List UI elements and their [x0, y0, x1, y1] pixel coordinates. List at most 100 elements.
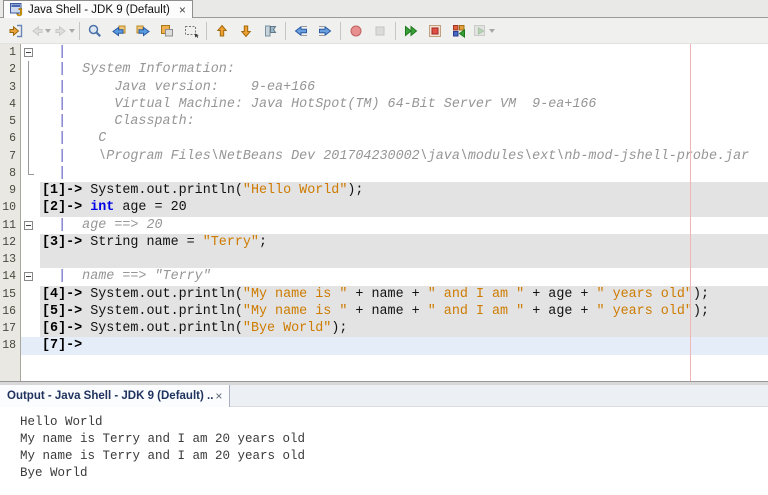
fold-column [21, 165, 40, 182]
toolbar-separator [79, 22, 80, 40]
fold-guide-line [28, 96, 29, 113]
fold-guide-line [28, 113, 29, 130]
line-number: 13 [0, 251, 21, 268]
fold-column [21, 286, 40, 303]
fold-collapse-icon[interactable] [24, 48, 33, 57]
editor-line-17[interactable]: 17 [6]-> System.out.println("Bye World"); [0, 320, 768, 337]
output-close-icon[interactable]: × [215, 389, 222, 403]
code-text[interactable]: | C [40, 130, 768, 147]
output-header: Output - Java Shell - JDK 9 (Default) ..… [0, 385, 768, 407]
fold-end-corner [28, 174, 34, 175]
code-text[interactable]: [5]-> System.out.println("My name is " +… [40, 303, 768, 320]
fold-collapse-icon[interactable] [24, 272, 33, 281]
editor-line-7[interactable]: 7 | \Program Files\NetBeans Dev 20170423… [0, 148, 768, 165]
editor-line-2[interactable]: 2 | System Information: [0, 61, 768, 78]
fold-column [21, 320, 40, 337]
fold-column [21, 61, 40, 78]
rerun-button[interactable] [447, 20, 471, 42]
editor-line-10[interactable]: 10[2]-> int age = 20 [0, 199, 768, 216]
code-text[interactable]: | Classpath: [40, 113, 768, 130]
fold-column [21, 79, 40, 96]
run-with-dropdown-button[interactable] [471, 20, 495, 42]
code-text[interactable]: | name ==> "Terry" [40, 268, 768, 285]
tab-java-shell[interactable]: J Java Shell - JDK 9 (Default) × [3, 0, 193, 18]
line-number: 2 [0, 61, 21, 78]
editor-line-4[interactable]: 4 | Virtual Machine: Java HotSpot(TM) 64… [0, 96, 768, 113]
toolbar-separator [395, 22, 396, 40]
last-edit-location-button[interactable] [4, 20, 28, 42]
line-number: 8 [0, 165, 21, 182]
code-text[interactable]: [6]-> System.out.println("Bye World"); [40, 320, 768, 337]
tab-close-icon[interactable]: × [179, 4, 186, 16]
editor-line-13[interactable]: 13 [0, 251, 768, 268]
editor-line-9[interactable]: 9 [1]-> System.out.println("Hello World")… [0, 182, 768, 199]
forward-icon [54, 24, 68, 38]
editor-line-3[interactable]: 3 | Java version: 9-ea+166 [0, 79, 768, 96]
editor-line-1[interactable]: 1 | [0, 44, 768, 61]
fold-column[interactable] [21, 268, 40, 285]
editor-line-11[interactable]: 11 | age ==> 20 [0, 217, 768, 234]
code-text[interactable]: | Java version: 9-ea+166 [40, 79, 768, 96]
output-text[interactable]: Hello WorldMy name is Terry and I am 20 … [0, 407, 768, 495]
editor-line-14[interactable]: 14 | name ==> "Terry" [0, 268, 768, 285]
editor-line-15[interactable]: 15[4]-> System.out.println("My name is "… [0, 286, 768, 303]
dropdown-caret-icon[interactable] [45, 29, 51, 33]
code-text[interactable]: [7]-> [40, 337, 768, 354]
fold-guide-line [28, 130, 29, 147]
find-previous-icon [111, 23, 127, 39]
toggle-bookmark-icon [262, 23, 278, 39]
fold-column [21, 182, 40, 199]
shift-line-right-button[interactable] [313, 20, 337, 42]
fold-end-line [28, 165, 29, 174]
jshell-editor[interactable]: 1 |2 | System Information:3 | Java versi… [0, 44, 768, 381]
start-macro-recording-button[interactable] [344, 20, 368, 42]
toggle-highlight-search-button[interactable] [155, 20, 179, 42]
fold-column[interactable] [21, 217, 40, 234]
fold-guide-line [28, 61, 29, 78]
code-text[interactable]: | \Program Files\NetBeans Dev 2017042300… [40, 148, 768, 165]
editor-line-18[interactable]: 18[7]-> [0, 337, 768, 354]
fold-column [21, 303, 40, 320]
back-button[interactable] [28, 20, 52, 42]
editor-line-8[interactable]: 8 | [0, 165, 768, 182]
toggle-bookmark-button[interactable] [258, 20, 282, 42]
find-selection-button[interactable] [83, 20, 107, 42]
run-button[interactable] [399, 20, 423, 42]
line-number: 17 [0, 320, 21, 337]
code-text[interactable]: | Virtual Machine: Java HotSpot(TM) 64-B… [40, 96, 768, 113]
fold-column [21, 234, 40, 251]
code-text[interactable]: | System Information: [40, 61, 768, 78]
code-text[interactable]: [2]-> int age = 20 [40, 199, 768, 216]
fold-collapse-icon[interactable] [24, 221, 33, 230]
output-line: My name is Terry and I am 20 years old [20, 431, 768, 448]
code-text[interactable]: [4]-> System.out.println("My name is " +… [40, 286, 768, 303]
stop-button[interactable] [423, 20, 447, 42]
find-next-button[interactable] [131, 20, 155, 42]
shift-line-left-button[interactable] [289, 20, 313, 42]
forward-button[interactable] [52, 20, 76, 42]
output-line: Hello World [20, 414, 768, 431]
toggle-rectangular-selection-button[interactable] [179, 20, 203, 42]
line-number: 9 [0, 182, 21, 199]
dropdown-caret-icon[interactable] [489, 29, 495, 33]
editor-line-6[interactable]: 6 | C [0, 130, 768, 147]
code-text[interactable]: | age ==> 20 [40, 217, 768, 234]
code-text[interactable]: [1]-> System.out.println("Hello World"); [40, 182, 768, 199]
editor-line-5[interactable]: 5 | Classpath: [0, 113, 768, 130]
bookmark-up-icon [214, 23, 230, 39]
code-text[interactable]: | [40, 165, 768, 182]
code-text[interactable]: | [40, 44, 768, 61]
next-bookmark-button[interactable] [234, 20, 258, 42]
fold-column[interactable] [21, 44, 40, 61]
dropdown-caret-icon[interactable] [69, 29, 75, 33]
previous-bookmark-button[interactable] [210, 20, 234, 42]
stop-macro-icon [372, 23, 388, 39]
code-text[interactable] [40, 251, 768, 268]
tab-output[interactable]: Output - Java Shell - JDK 9 (Default) ..… [0, 385, 230, 407]
editor-line-16[interactable]: 16[5]-> System.out.println("My name is "… [0, 303, 768, 320]
editor-line-12[interactable]: 12[3]-> String name = "Terry"; [0, 234, 768, 251]
stop-macro-recording-button[interactable] [368, 20, 392, 42]
fold-column [21, 113, 40, 130]
find-previous-button[interactable] [107, 20, 131, 42]
code-text[interactable]: [3]-> String name = "Terry"; [40, 234, 768, 251]
